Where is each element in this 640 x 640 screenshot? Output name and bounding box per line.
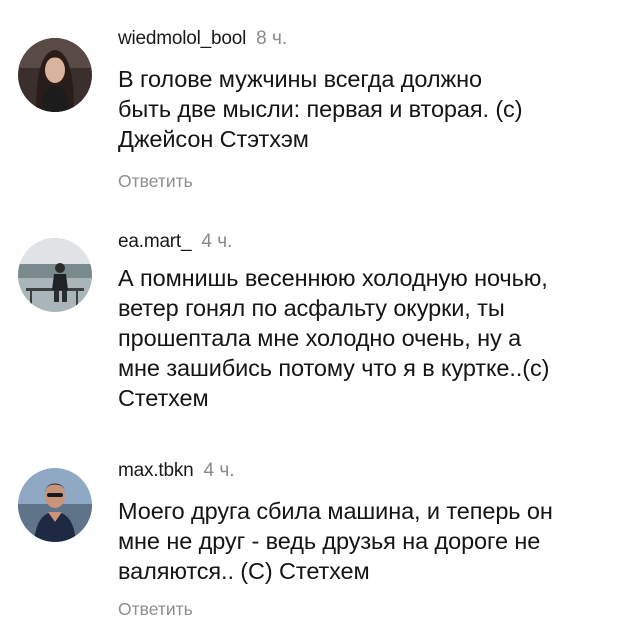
comment-text: А помнишь весеннюю холодную ночью, ветер… [118, 263, 628, 413]
timestamp: 4 ч. [201, 231, 233, 252]
comment-text: Моего друга сбила машина, и теперь он мн… [118, 496, 628, 586]
reply-button[interactable]: Ответить [118, 170, 193, 192]
comment-line: ветер гонял по асфальту окурки, ты [118, 295, 505, 321]
comment-line: мне не друг - ведь друзья на дороге не [118, 528, 541, 554]
avatar[interactable] [18, 38, 92, 112]
comment-line: А помнишь весеннюю холодную ночью, [118, 265, 548, 291]
comment-meta: ea.mart_ 4 ч. [118, 230, 232, 254]
avatar-photo-long-hair [18, 38, 92, 112]
avatar[interactable] [18, 238, 92, 312]
comment-line: валяются.. (С) Стетхем [118, 558, 370, 584]
timestamp: 8 ч. [256, 28, 288, 49]
username[interactable]: wiedmolol_bool [118, 28, 246, 49]
comment-line: Стетхем [118, 385, 209, 411]
comment-line: быть две мысли: первая и вторая. (с) [118, 96, 523, 122]
avatar[interactable] [18, 468, 92, 542]
avatar-photo-man [18, 468, 92, 542]
comment-meta: max.tbkn 4 ч. [118, 459, 235, 483]
comment-text: В голове мужчины всегда должно быть две … [118, 64, 628, 154]
comment-line: прошептала мне холодно очень, ну а [118, 325, 522, 351]
comment-line: В голове мужчины всегда должно [118, 66, 482, 92]
reply-button[interactable]: Ответить [118, 598, 193, 620]
comment-line: Моего друга сбила машина, и теперь он [118, 498, 553, 524]
avatar-photo-lake [18, 238, 92, 312]
comment-meta: wiedmolol_bool 8 ч. [118, 27, 287, 51]
username[interactable]: max.tbkn [118, 460, 194, 481]
comment-line: Джейсон Стэтхэм [118, 126, 309, 152]
username[interactable]: ea.mart_ [118, 231, 192, 252]
timestamp: 4 ч. [203, 460, 235, 481]
comment-line: мне зашибись потому что я в куртке..(с) [118, 355, 550, 381]
